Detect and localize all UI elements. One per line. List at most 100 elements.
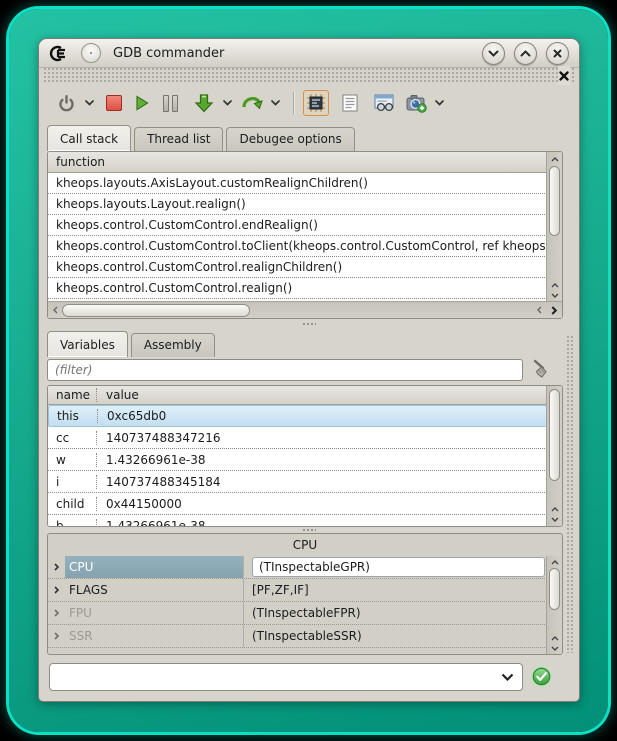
variables-panel: name value this 0xc65db0 cc 140737488347… (47, 385, 563, 527)
vertical-splitter[interactable] (566, 335, 573, 653)
variable-row[interactable]: i 140737488345184 (48, 471, 547, 493)
toolbar-separator (293, 92, 295, 114)
callstack-row[interactable]: kheops.layouts.Layout.realign() (48, 194, 547, 215)
expand-chevron-icon[interactable] (48, 609, 65, 617)
window-shade-button[interactable] (482, 42, 505, 65)
window-title: GDB commander (113, 46, 224, 61)
scrollbar-thumb[interactable] (62, 304, 250, 317)
cpu-row-value (243, 556, 547, 578)
cpu-row[interactable]: FLAGS [PF,ZF,IF] (48, 579, 547, 602)
callstack-row[interactable]: kheops.control.CustomControl.toClient(kh… (48, 236, 547, 257)
horizontal-splitter[interactable] (302, 322, 316, 326)
scroll-down-icon[interactable] (547, 643, 562, 653)
expand-chevron-icon[interactable] (48, 586, 65, 594)
screenshot-stage: GDB commander (0, 0, 617, 741)
step-over-button[interactable] (239, 90, 265, 116)
cpu-value-editor[interactable] (252, 557, 545, 577)
cpu-row-name[interactable]: SSR (65, 625, 243, 647)
cpu-vertical-scrollbar[interactable] (546, 556, 562, 654)
watch-window-button[interactable] (371, 90, 397, 116)
tab-assembly[interactable]: Assembly (131, 333, 215, 357)
step-over-icon (241, 94, 263, 112)
expand-chevron-icon[interactable] (48, 563, 65, 571)
window-menu-button[interactable] (81, 43, 101, 63)
debug-toolbar (39, 83, 579, 123)
chevron-down-icon (501, 673, 514, 681)
chevron-down-icon (435, 100, 444, 106)
cpu-row[interactable]: CPU (48, 556, 547, 579)
callstack-row[interactable]: kheops.control.CustomControl.endRealign(… (48, 215, 547, 236)
cpu-row-name[interactable]: FPU (65, 602, 243, 624)
scroll-left-icon[interactable] (533, 306, 546, 314)
power-button[interactable] (53, 90, 79, 116)
variable-name: w (48, 453, 97, 467)
scroll-up-icon[interactable] (547, 556, 562, 568)
cpu-row[interactable]: FPU (TInspectableFPR) (48, 602, 547, 625)
scroll-up-icon[interactable] (547, 633, 562, 643)
close-icon (559, 71, 569, 81)
close-icon (553, 49, 562, 58)
scroll-down-icon[interactable] (547, 290, 562, 300)
step-over-menu-button[interactable] (267, 90, 283, 116)
scroll-up-icon[interactable] (547, 504, 562, 514)
expand-chevron-icon[interactable] (48, 632, 65, 640)
title-bar[interactable]: GDB commander (39, 39, 579, 68)
variable-row[interactable]: w 1.43266961e-38 (48, 449, 547, 471)
callstack-row[interactable]: kheops.control.CustomControl.realign() (48, 278, 547, 299)
scrollbar-thumb[interactable] (549, 389, 560, 481)
variables-vertical-scrollbar[interactable] (546, 386, 562, 526)
variable-value: 140737488345184 (97, 475, 547, 489)
run-button[interactable] (129, 90, 155, 116)
snapshot-menu-button[interactable] (431, 90, 447, 116)
window-close-button[interactable] (546, 42, 569, 65)
cpu-row[interactable]: SSR (TInspectableSSR) (48, 625, 547, 648)
cpu-row-value: [PF,ZF,IF] (243, 579, 547, 601)
cpu-row-name[interactable]: CPU (65, 556, 243, 578)
app-logo-icon (49, 45, 73, 62)
scroll-down-icon[interactable] (547, 514, 562, 524)
log-view-button[interactable] (337, 90, 363, 116)
step-into-button[interactable] (191, 90, 217, 116)
callstack-row[interactable]: kheops.layouts.AxisLayout.customRealignC… (48, 173, 547, 194)
tab-variables[interactable]: Variables (47, 331, 128, 357)
pause-icon (163, 95, 178, 112)
tab-call-stack[interactable]: Call stack (47, 125, 131, 151)
clear-filter-button[interactable] (531, 357, 555, 385)
cpu-view-button[interactable] (303, 90, 329, 116)
variable-value: 1.43266961e-38 (97, 519, 547, 527)
variable-row[interactable]: this 0xc65db0 (48, 405, 547, 427)
scroll-up-icon[interactable] (547, 280, 562, 290)
play-icon (134, 95, 150, 111)
callstack-horizontal-scrollbar[interactable] (48, 301, 562, 318)
stop-icon (106, 95, 122, 111)
send-command-button[interactable] (531, 666, 552, 691)
horizontal-splitter[interactable] (302, 528, 316, 532)
combo-dropdown-button[interactable] (501, 673, 514, 681)
gdb-command-combobox[interactable] (49, 663, 523, 691)
scroll-right-icon[interactable] (546, 306, 562, 315)
scrollbar-thumb[interactable] (549, 166, 560, 236)
tab-thread-list[interactable]: Thread list (134, 127, 223, 151)
stop-button[interactable] (101, 90, 127, 116)
tab-debugee-options[interactable]: Debugee options (226, 127, 354, 151)
power-menu-button[interactable] (81, 90, 97, 116)
scroll-left-icon[interactable] (48, 306, 62, 314)
window-maximize-button[interactable] (514, 42, 537, 65)
gdb-command-input[interactable] (50, 670, 501, 684)
cpu-row-name[interactable]: FLAGS (65, 579, 243, 601)
scroll-up-icon[interactable] (547, 152, 562, 166)
pause-button[interactable] (157, 90, 183, 116)
titlebar-buttons (482, 42, 569, 65)
callstack-vertical-scrollbar[interactable] (546, 152, 562, 302)
callstack-row[interactable]: kheops.control.CustomControl.realignChil… (48, 257, 547, 278)
chevron-down-icon (271, 100, 280, 106)
variable-row[interactable]: b 1.43266961e-38 (48, 515, 547, 526)
scrollbar-thumb[interactable] (549, 568, 560, 610)
column-header-value: value (97, 388, 562, 402)
variable-row[interactable]: cc 140737488347216 (48, 427, 547, 449)
variable-row[interactable]: child 0x44150000 (48, 493, 547, 515)
step-into-menu-button[interactable] (219, 90, 235, 116)
filter-input[interactable] (47, 359, 523, 381)
dock-grab-handle[interactable] (42, 68, 576, 83)
snapshot-add-button[interactable] (403, 90, 429, 116)
